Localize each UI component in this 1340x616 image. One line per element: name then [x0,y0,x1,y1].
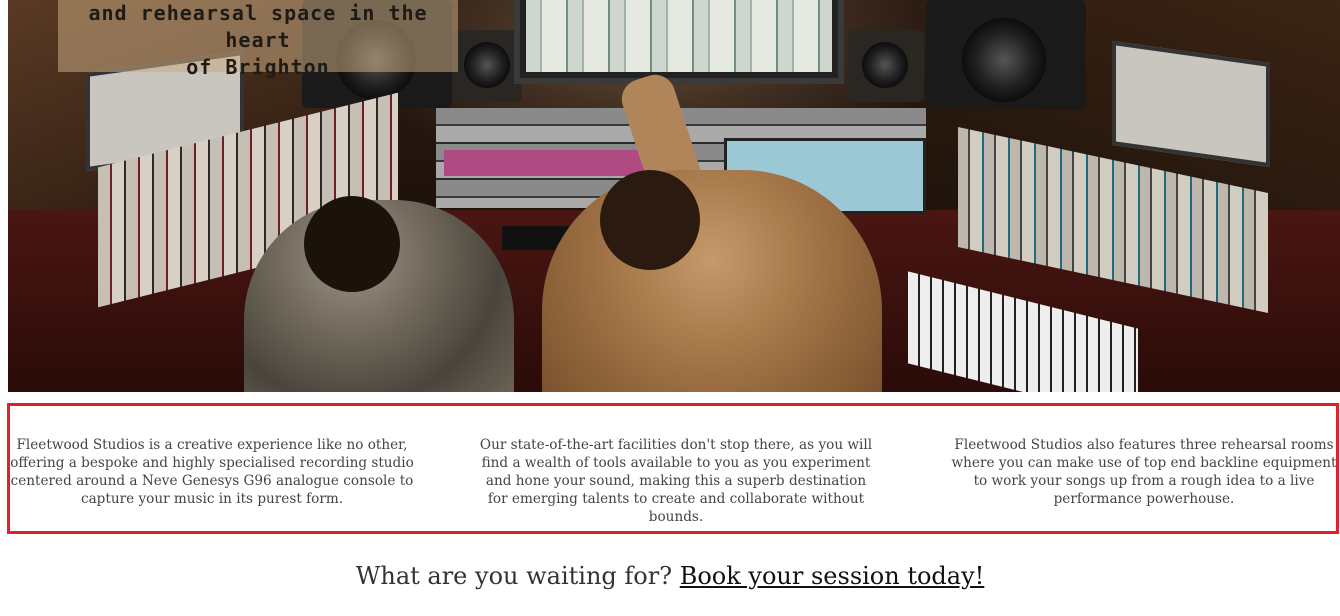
right-speaker [926,0,1086,110]
hero-caption-line-1: and rehearsal space in the heart [88,1,428,52]
engineer-right-head [600,170,700,270]
engineer-left-head [304,196,400,292]
right-tweeter [848,30,924,102]
right-monitor [1112,40,1270,168]
info-column-rehearsal: Fleetwood Studios also features three re… [951,437,1337,507]
cta-prompt: What are you waiting for? [355,562,680,590]
center-monitor [514,0,844,84]
info-column-facilities: Our state-of-the-art facilities don't st… [479,437,873,525]
info-column-recording: Fleetwood Studios is a creative experien… [10,437,414,507]
info-section: Fleetwood Studios is a creative experien… [7,403,1339,534]
engineer-right [542,170,882,392]
hero-caption-line-2: of Brighton [186,55,330,79]
call-to-action: What are you waiting for? Book your sess… [0,562,1340,590]
book-session-link[interactable]: Book your session today! [680,562,985,590]
hero-caption: and rehearsal space in the heart of Brig… [58,0,458,79]
left-tweeter [452,30,522,102]
